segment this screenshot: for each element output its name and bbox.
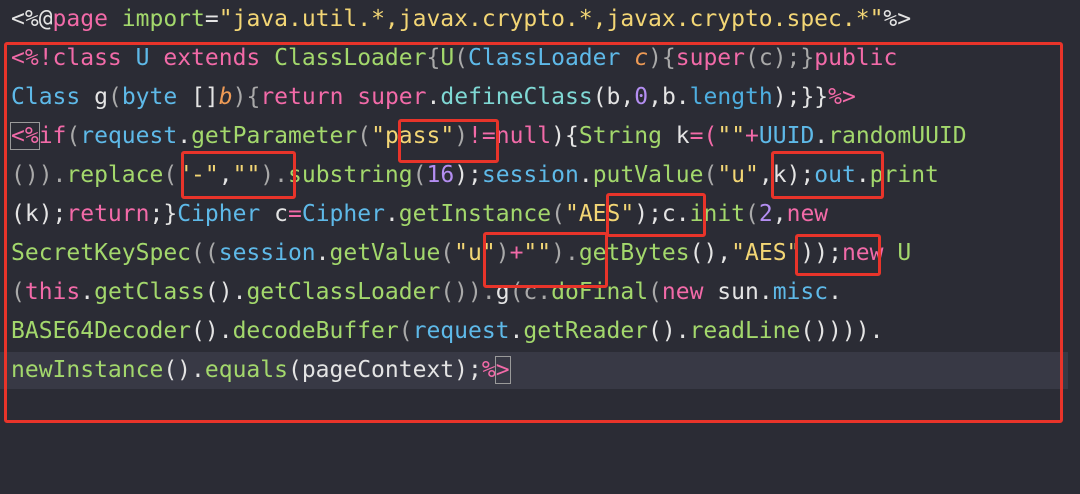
highlight-aes-2 [795, 234, 881, 276]
highlight-replace-args [181, 151, 296, 199]
highlight-putvalue-u [771, 151, 884, 199]
equals-sign: = [204, 6, 219, 32]
attribute-name: import [121, 6, 205, 32]
code-line-1: <%@page import="java.util.*,javax.crypto… [11, 2, 911, 36]
jsp-close-tag: %> [883, 6, 912, 32]
code-editor[interactable]: <%@page import="java.util.*,javax.crypto… [0, 0, 1080, 494]
import-string: "java.util.*,javax.crypto.*,javax.crypto… [218, 6, 884, 32]
highlight-aes-1 [606, 193, 706, 237]
directive-name: page [52, 6, 122, 32]
highlight-pass [398, 119, 499, 163]
highlight-getvalue-u [483, 232, 608, 288]
jsp-directive-open: <%@ [11, 6, 53, 32]
